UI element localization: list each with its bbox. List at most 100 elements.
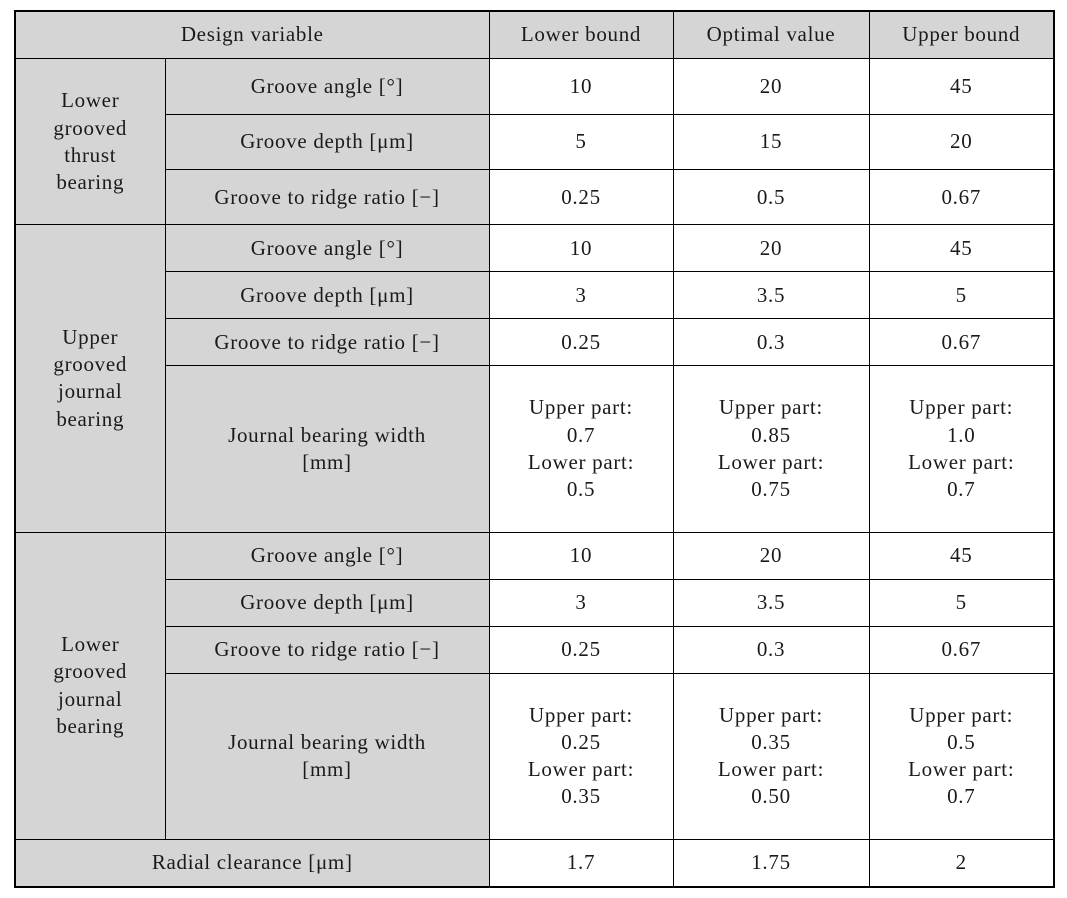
value-upper-bound: 0.67 <box>868 168 1055 226</box>
header-design-variable: Design variable <box>14 10 490 60</box>
value-upper-bound: 5 <box>868 578 1055 627</box>
value-optimal: 15 <box>672 113 870 171</box>
value-optimal-split: Upper part: 0.85 Lower part: 0.75 <box>672 365 870 533</box>
value-upper-bound-split: Upper part: 0.5 Lower part: 0.7 <box>868 672 1055 840</box>
variable-label: Groove to ridge ratio [−] <box>164 318 490 367</box>
table-row: Lower grooved thrust bearing Groove angl… <box>14 58 1055 226</box>
variable-label-radial-clearance: Radial clearance [μm] <box>14 838 490 888</box>
table-row: Groove to ridge ratio [−] 0.25 0.3 0.67 <box>15 318 1055 367</box>
design-variable-table-container: Design variable Lower bound Optimal valu… <box>14 10 1055 888</box>
group-label-line: Lower <box>61 88 120 113</box>
table-row: Groove to ridge ratio [−] 0.25 0.5 0.67 <box>15 168 1055 226</box>
header-upper-bound: Upper bound <box>868 10 1055 60</box>
variable-label-line: [mm] <box>302 757 352 782</box>
upper-part-value: 1.0 <box>947 422 976 447</box>
value-optimal: 3.5 <box>672 578 870 627</box>
group-label-line: bearing <box>56 713 125 738</box>
value-optimal: 3.5 <box>672 271 870 320</box>
upper-part-value: 0.35 <box>751 729 791 754</box>
variable-label: Groove depth [μm] <box>164 578 490 627</box>
upper-part-value: 0.7 <box>566 422 596 447</box>
value-optimal: 0.5 <box>672 168 870 226</box>
table-row: Upper grooved journal bearing Groove ang… <box>14 224 1055 533</box>
table-row: Journal bearing width [mm] Upper part: 0… <box>15 672 1055 840</box>
variable-label-journal-bearing-width: Journal bearing width [mm] <box>164 365 490 533</box>
lower-part-label: Lower part: <box>717 449 825 474</box>
variable-label: Groove depth [μm] <box>164 271 490 320</box>
table-row: Groove depth [μm] 3 3.5 5 <box>15 271 1055 320</box>
value-upper-bound: 45 <box>868 58 1055 115</box>
group-label-lower-grooved-thrust-bearing: Lower grooved thrust bearing <box>14 58 166 226</box>
table-row: Groove depth [μm] 3 3.5 5 <box>15 578 1055 627</box>
lower-part-label: Lower part: <box>527 757 635 782</box>
value-optimal: 20 <box>672 531 870 580</box>
value-lower-bound: 0.25 <box>488 168 674 226</box>
table-footer-row: Radial clearance [μm] 1.7 1.75 2 <box>14 838 1055 888</box>
group-label-line: thrust <box>64 142 117 167</box>
group-label-lower-grooved-journal-bearing: Lower grooved journal bearing <box>14 531 166 840</box>
upper-part-label: Upper part: <box>529 395 633 420</box>
variable-label-line: Journal bearing width <box>228 729 426 754</box>
value-optimal: 20 <box>672 58 870 115</box>
upper-part-label: Upper part: <box>909 395 1014 420</box>
group-label-line: bearing <box>56 170 125 195</box>
lower-part-label: Lower part: <box>717 757 825 782</box>
value-upper-bound: 20 <box>868 113 1055 171</box>
lower-part-value: 0.7 <box>947 477 976 502</box>
value-lower-bound-split: Upper part: 0.7 Lower part: 0.5 <box>488 365 674 533</box>
lower-part-label: Lower part: <box>908 757 1015 782</box>
variable-label-journal-bearing-width: Journal bearing width [mm] <box>164 672 490 840</box>
upper-part-label: Upper part: <box>909 702 1014 727</box>
value-lower-bound: 10 <box>488 224 674 273</box>
lower-part-label: Lower part: <box>908 449 1015 474</box>
group-label-line: bearing <box>56 406 125 431</box>
value-optimal-split: Upper part: 0.35 Lower part: 0.50 <box>672 672 870 840</box>
table-row: Groove depth [μm] 5 15 20 <box>15 113 1055 171</box>
table-row: Groove to ridge ratio [−] 0.25 0.3 0.67 <box>15 625 1055 674</box>
value-lower-bound: 0.25 <box>488 318 674 367</box>
upper-part-value: 0.85 <box>751 422 791 447</box>
value-optimal: 20 <box>672 224 870 273</box>
lower-part-value: 0.7 <box>947 784 976 809</box>
value-lower-bound: 3 <box>488 271 674 320</box>
upper-part-value: 0.25 <box>561 729 601 754</box>
value-upper-bound: 0.67 <box>868 318 1055 367</box>
lower-part-value: 0.75 <box>751 477 791 502</box>
lower-part-value: 0.35 <box>561 784 601 809</box>
table-row: Lower grooved journal bearing Groove ang… <box>14 531 1055 840</box>
value-lower-bound: 10 <box>488 58 674 115</box>
upper-part-label: Upper part: <box>719 395 823 420</box>
variable-label-line: [mm] <box>302 449 352 474</box>
value-upper-bound: 0.67 <box>868 625 1055 674</box>
upper-part-value: 0.5 <box>947 729 976 754</box>
value-upper-bound: 2 <box>868 838 1055 888</box>
lower-part-value: 0.50 <box>751 784 791 809</box>
group-label-line: journal <box>58 686 123 711</box>
variable-label: Groove angle [°] <box>164 531 490 580</box>
design-variable-table: Design variable Lower bound Optimal valu… <box>14 10 1055 888</box>
lower-part-value: 0.5 <box>566 477 596 502</box>
group-label-line: grooved <box>53 659 128 684</box>
value-lower-bound-split: Upper part: 0.25 Lower part: 0.35 <box>488 672 674 840</box>
header-optimal-value: Optimal value <box>672 10 870 60</box>
upper-part-label: Upper part: <box>529 702 633 727</box>
group-label-line: journal <box>58 379 123 404</box>
value-lower-bound: 0.25 <box>488 625 674 674</box>
group-label-upper-grooved-journal-bearing: Upper grooved journal bearing <box>14 224 166 533</box>
value-upper-bound: 5 <box>868 271 1055 320</box>
variable-label-line: Journal bearing width <box>228 422 426 447</box>
value-optimal: 0.3 <box>672 318 870 367</box>
group-label-line: Lower <box>61 632 120 657</box>
value-lower-bound: 1.7 <box>488 838 674 888</box>
group-label-line: grooved <box>53 115 128 140</box>
value-upper-bound: 45 <box>868 224 1055 273</box>
group-label-line: Upper <box>62 324 119 349</box>
variable-label: Groove angle [°] <box>164 58 490 115</box>
group-label-line: grooved <box>53 352 128 377</box>
value-lower-bound: 10 <box>488 531 674 580</box>
value-upper-bound: 45 <box>868 531 1055 580</box>
value-optimal: 1.75 <box>672 838 870 888</box>
value-upper-bound-split: Upper part: 1.0 Lower part: 0.7 <box>868 365 1055 533</box>
value-optimal: 0.3 <box>672 625 870 674</box>
header-lower-bound: Lower bound <box>488 10 674 60</box>
